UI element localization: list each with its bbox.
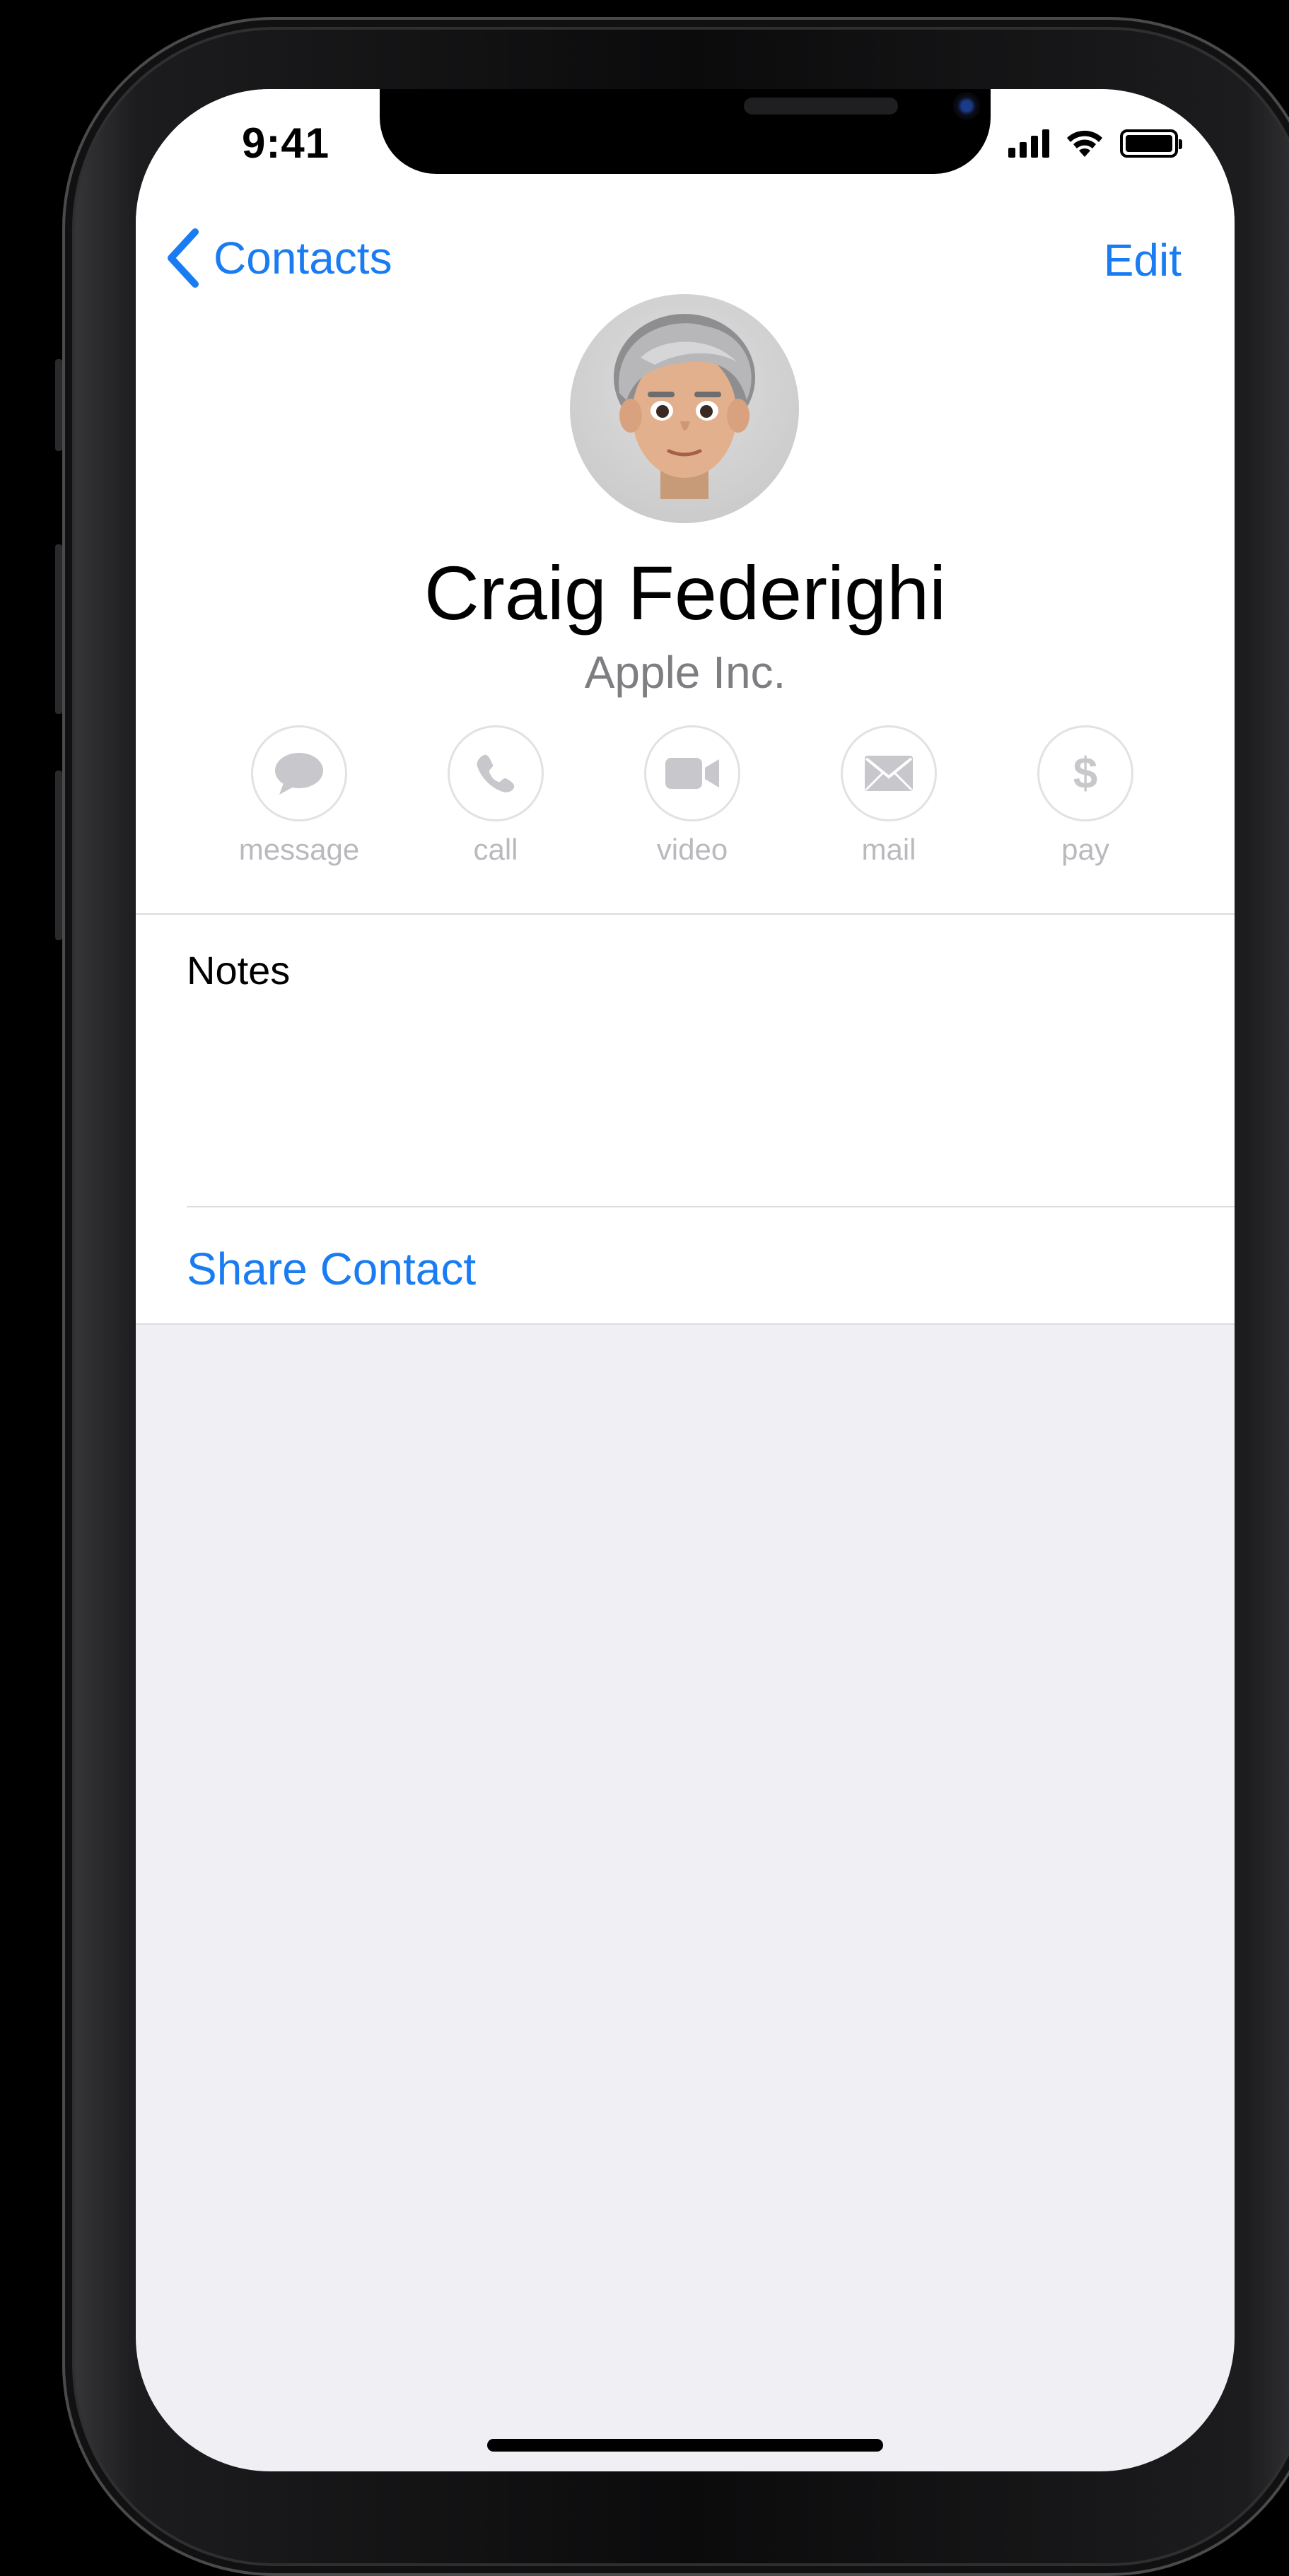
earpiece-speaker (744, 98, 898, 115)
volume-down-button (55, 771, 62, 940)
status-icons (1008, 129, 1182, 158)
front-camera (952, 92, 981, 120)
phone-screen: 9:41 Contacts Edit Craig Federighi Apple… (136, 89, 1235, 2471)
envelope-icon (865, 756, 913, 791)
video-action-label: video (656, 833, 728, 866)
svg-text:$: $ (1073, 749, 1097, 798)
call-action-button[interactable]: call (425, 725, 566, 867)
battery-icon (1120, 129, 1182, 158)
mute-switch (55, 359, 62, 451)
notes-divider (187, 1206, 1235, 1207)
share-divider (136, 1323, 1235, 1325)
dollar-icon: $ (1073, 749, 1097, 798)
cellular-signal-icon (1008, 129, 1049, 158)
status-time: 9:41 (242, 119, 330, 167)
contact-actions: message call video mail $ pay (136, 725, 1235, 874)
header-divider (136, 913, 1235, 915)
mail-action-label: mail (861, 833, 916, 866)
pay-action-button[interactable]: $ pay (1015, 725, 1156, 867)
notch (380, 89, 991, 174)
back-button-label: Contacts (214, 233, 392, 283)
video-camera-icon (665, 758, 719, 789)
home-indicator[interactable] (487, 2439, 883, 2452)
mail-action-button[interactable]: mail (818, 725, 960, 867)
back-to-contacts-button[interactable]: Contacts (164, 228, 392, 288)
notes-field[interactable]: Notes (187, 947, 290, 993)
wifi-icon (1067, 130, 1102, 157)
contact-name: Craig Federighi (424, 550, 947, 636)
edit-button[interactable]: Edit (1104, 234, 1182, 286)
chevron-left-icon (168, 228, 199, 288)
contact-avatar (570, 294, 799, 523)
memoji-face-icon (614, 314, 755, 499)
phone-icon (477, 754, 515, 792)
message-action-label: message (238, 833, 360, 866)
volume-up-button (55, 544, 62, 714)
message-bubble-icon (275, 753, 323, 795)
call-action-label: call (473, 833, 518, 866)
contact-company: Apple Inc. (584, 647, 786, 698)
share-contact-button[interactable]: Share Contact (187, 1243, 476, 1295)
message-action-button[interactable]: message (228, 725, 370, 867)
pay-action-label: pay (1061, 833, 1109, 866)
video-action-button[interactable]: video (622, 725, 763, 867)
